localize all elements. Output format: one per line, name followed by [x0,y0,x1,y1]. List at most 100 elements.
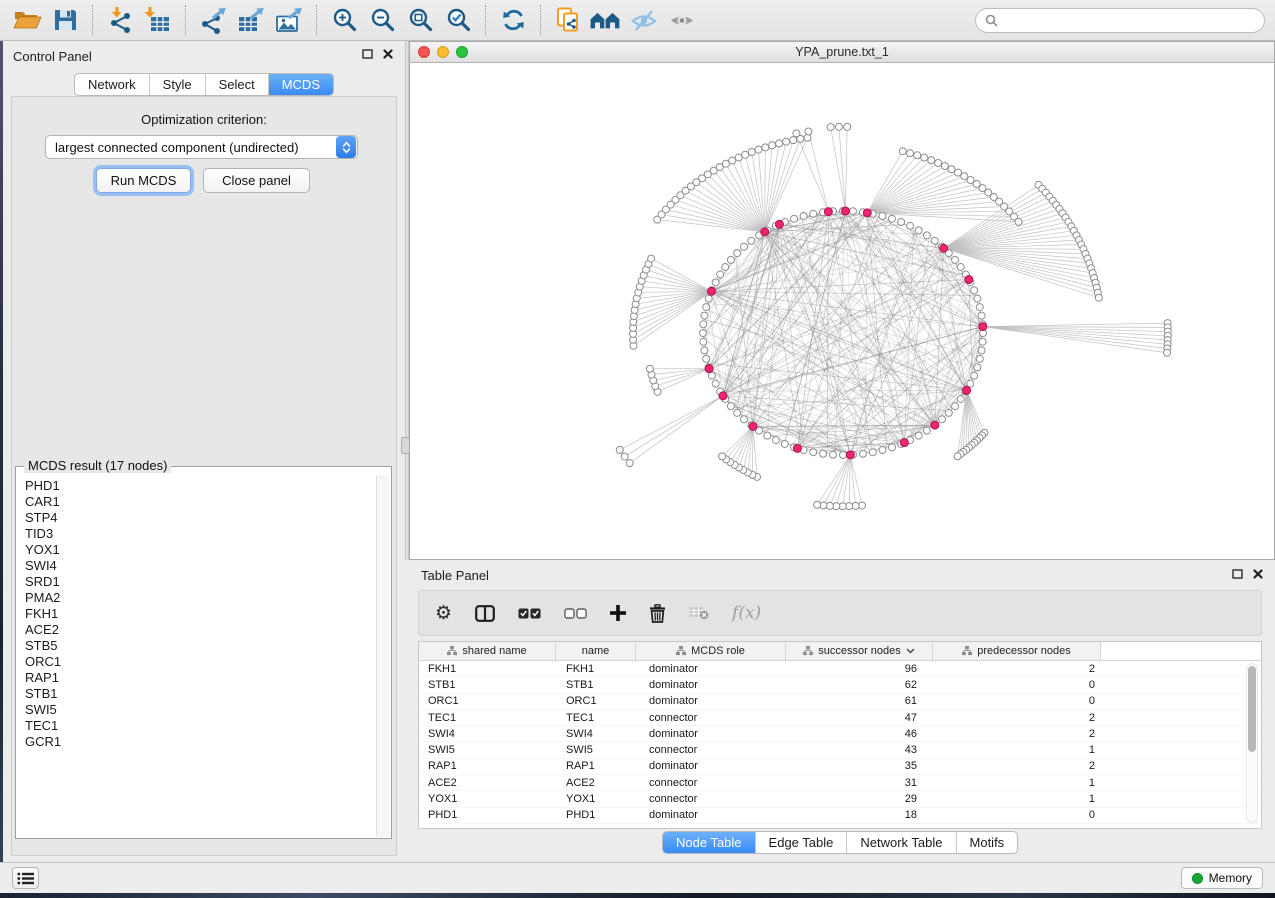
table-cell[interactable]: SWI5 [419,744,556,756]
column-header-predecessor-nodes[interactable]: predecessor nodes [933,642,1101,660]
table-row[interactable]: RAP1RAP1dominator352 [419,759,1261,775]
tab-motifs[interactable]: Motifs [956,832,1018,853]
zoom-out-button[interactable] [363,4,401,36]
table-cell[interactable]: connector [636,744,786,756]
export-network-button[interactable] [194,4,232,36]
table-cell[interactable]: STB1 [419,679,556,691]
table-cell[interactable]: 46 [786,728,933,740]
table-cell[interactable]: 18 [786,809,933,821]
select-all-button[interactable] [518,608,541,619]
export-table-button[interactable] [232,4,270,36]
table-cell[interactable]: RAP1 [556,760,636,772]
memory-button[interactable]: Memory [1181,867,1263,889]
column-header-name[interactable]: name [556,642,636,660]
import-network-button[interactable] [101,4,139,36]
table-cell[interactable]: TEC1 [556,712,636,724]
table-cell[interactable]: ACE2 [556,777,636,789]
table-row[interactable]: ORC1ORC1dominator610 [419,694,1261,710]
close-panel-button[interactable]: Close panel [203,168,310,193]
zoom-selected-button[interactable] [439,4,477,36]
close-panel-icon[interactable] [383,49,393,59]
table-cell[interactable]: 0 [933,679,1101,691]
hide-selected-button[interactable] [625,4,663,36]
table-cell[interactable]: 1 [933,793,1101,805]
table-cell[interactable]: STB1 [556,679,636,691]
table-cell[interactable]: dominator [636,809,786,821]
network-graph[interactable] [410,63,1274,559]
table-cell[interactable]: 43 [786,744,933,756]
split-view-button[interactable] [475,605,495,622]
table-row[interactable]: TEC1TEC1connector472 [419,710,1261,726]
tab-node-table[interactable]: Node Table [663,832,755,853]
tab-select[interactable]: Select [205,74,268,95]
table-cell[interactable]: 1 [933,744,1101,756]
run-mcds-button[interactable]: Run MCDS [96,168,191,193]
mcds-result-item[interactable]: PHD1 [25,478,376,494]
table-cell[interactable]: TEC1 [419,712,556,724]
table-cell[interactable]: YOX1 [419,793,556,805]
tab-edge-table[interactable]: Edge Table [755,832,847,853]
table-cell[interactable]: connector [636,793,786,805]
tab-network-table[interactable]: Network Table [846,832,955,853]
table-cell[interactable]: dominator [636,760,786,772]
mcds-result-item[interactable]: STP4 [25,510,376,526]
add-row-button[interactable] [610,605,626,621]
window-close-traffic-light[interactable] [418,46,430,58]
delete-row-button[interactable] [649,604,666,623]
network-canvas[interactable] [410,63,1274,559]
table-cell[interactable]: RAP1 [419,760,556,772]
search-box[interactable] [975,8,1265,33]
export-image-button[interactable] [270,4,308,36]
column-header-successor-nodes[interactable]: successor nodes [786,642,933,660]
table-cell[interactable]: PHD1 [419,809,556,821]
table-cell[interactable]: ORC1 [556,695,636,707]
table-row[interactable]: ACE2ACE2connector311 [419,775,1261,791]
table-cell[interactable]: connector [636,777,786,789]
table-row[interactable]: YOX1YOX1connector291 [419,791,1261,807]
float-panel-icon[interactable] [1232,569,1243,579]
table-row[interactable]: PHD1PHD1dominator180 [419,808,1261,824]
close-panel-icon[interactable] [1253,569,1263,579]
table-cell[interactable]: 96 [786,663,933,675]
function-builder-button[interactable]: f(x) [732,603,761,623]
window-minimize-traffic-light[interactable] [437,46,449,58]
table-cell[interactable]: dominator [636,728,786,740]
table-cell[interactable]: SWI4 [556,728,636,740]
column-header-shared-name[interactable]: shared name [419,642,556,660]
mcds-result-item[interactable]: FKH1 [25,606,376,622]
clear-selection-button[interactable] [564,608,587,619]
table-cell[interactable]: 61 [786,695,933,707]
mcds-result-item[interactable]: ORC1 [25,654,376,670]
table-cell[interactable]: SWI4 [419,728,556,740]
mcds-result-item[interactable]: TEC1 [25,718,376,734]
mcds-result-item[interactable]: STB1 [25,686,376,702]
table-cell[interactable]: connector [636,712,786,724]
table-row[interactable]: FKH1FKH1dominator962 [419,661,1261,677]
mcds-result-item[interactable]: SRD1 [25,574,376,590]
table-cell[interactable]: 35 [786,760,933,772]
table-cell[interactable]: 47 [786,712,933,724]
table-cell[interactable]: FKH1 [419,663,556,675]
open-file-button[interactable] [8,4,46,36]
table-cell[interactable]: YOX1 [556,793,636,805]
table-cell[interactable]: SWI5 [556,744,636,756]
mcds-result-item[interactable]: ACE2 [25,622,376,638]
table-cell[interactable]: dominator [636,695,786,707]
mcds-result-item[interactable]: STB5 [25,638,376,654]
column-header-mcds-role[interactable]: MCDS role [636,642,786,660]
table-cell[interactable]: 62 [786,679,933,691]
first-neighbors-button[interactable] [587,4,625,36]
table-cell[interactable]: 2 [933,663,1101,675]
table-cell[interactable]: 0 [933,809,1101,821]
float-panel-icon[interactable] [362,49,373,59]
table-cell[interactable]: 2 [933,728,1101,740]
criterion-select[interactable]: largest connected component (undirected) [45,135,358,159]
tab-mcds[interactable]: MCDS [268,74,333,95]
zoom-fit-button[interactable] [401,4,439,36]
import-table-button[interactable] [139,4,177,36]
table-cell[interactable]: 2 [933,712,1101,724]
table-cell[interactable]: 31 [786,777,933,789]
table-cell[interactable]: dominator [636,663,786,675]
column-settings-button[interactable]: ⚙ [435,604,452,623]
table-scrollbar[interactable] [1246,663,1258,823]
